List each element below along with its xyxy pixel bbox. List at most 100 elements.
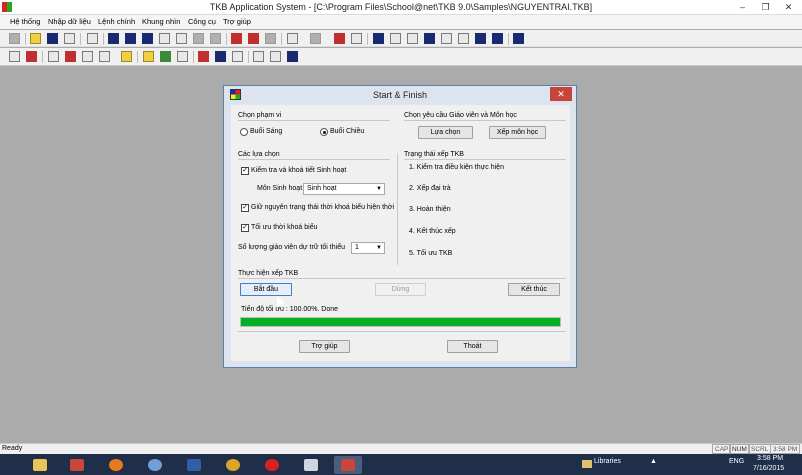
grid-view-icon[interactable] <box>125 33 136 44</box>
tool-icon[interactable] <box>248 33 259 44</box>
toolbar-separator <box>103 33 104 45</box>
table-icon[interactable] <box>458 33 469 44</box>
start-button[interactable]: Bắt đầu <box>240 283 292 296</box>
menu-he-thong[interactable]: Hệ thống <box>10 17 40 26</box>
table-icon[interactable] <box>390 33 401 44</box>
toolbar-separator <box>226 33 227 45</box>
grid-view-icon[interactable] <box>176 33 187 44</box>
tool-icon[interactable] <box>177 51 188 62</box>
grid-view-icon[interactable] <box>108 33 119 44</box>
grid-view-icon[interactable] <box>210 33 221 44</box>
check-activity-checkbox[interactable]: ✓ <box>241 167 249 175</box>
optimize-checkbox[interactable]: ✓ <box>241 224 249 232</box>
table-icon[interactable] <box>475 33 486 44</box>
sort-icon[interactable] <box>253 51 264 62</box>
tray-icon[interactable]: ▲ <box>650 458 657 465</box>
menu-tro-giup[interactable]: Trợ giúp <box>223 17 251 26</box>
menu-lenh-chinh[interactable]: Lệnh chính <box>98 17 135 26</box>
progress-text: Tiến độ tối ưu : 100.00%. Done <box>241 306 339 313</box>
table-icon[interactable] <box>492 33 503 44</box>
user-icon[interactable] <box>160 51 171 62</box>
exit-button[interactable]: Thoát <box>447 340 498 353</box>
help-button[interactable]: Trợ giúp <box>299 340 350 353</box>
calculator-icon[interactable] <box>351 33 362 44</box>
minimize-button[interactable]: – <box>731 0 754 14</box>
taskbar-app[interactable] <box>297 456 325 474</box>
tool-icon[interactable] <box>121 51 132 62</box>
clock-date[interactable]: 7/16/2015 <box>753 465 784 472</box>
open-folder-icon[interactable] <box>30 33 41 44</box>
tool-icon[interactable] <box>232 51 243 62</box>
preview-icon[interactable] <box>87 33 98 44</box>
arrange-subjects-button[interactable]: Xếp môn học <box>489 126 546 139</box>
print-icon[interactable] <box>64 33 75 44</box>
taskbar-chrome[interactable] <box>219 456 247 474</box>
tool-icon[interactable] <box>9 51 20 62</box>
toolbar-separator <box>42 51 43 63</box>
tool-icon[interactable] <box>265 33 276 44</box>
run-icon[interactable] <box>334 33 345 44</box>
libraries-icon <box>582 460 592 468</box>
tool-icon[interactable] <box>48 51 59 62</box>
select-button[interactable]: Lựa chọn <box>418 126 473 139</box>
tool-icon[interactable] <box>26 51 37 62</box>
taskbar-opera[interactable] <box>258 456 286 474</box>
language-indicator[interactable]: ENG <box>729 458 744 465</box>
taskbar-tkb[interactable] <box>334 456 362 474</box>
grid-view-icon[interactable] <box>159 33 170 44</box>
scroll-indicator: SCRL <box>748 444 772 454</box>
taskbar-explorer[interactable] <box>26 456 54 474</box>
save-icon[interactable] <box>47 33 58 44</box>
dialog-close-button[interactable]: ✕ <box>550 87 572 101</box>
check-activity-label: Kiểm tra và khoá tiết Sinh hoạt <box>251 167 347 174</box>
close-window-button[interactable]: ✕ <box>777 0 800 14</box>
tool-icon[interactable] <box>82 51 93 62</box>
document-icon[interactable] <box>9 33 20 44</box>
grid-view-icon[interactable] <box>142 33 153 44</box>
tool-icon[interactable] <box>215 51 226 62</box>
keep-lock-checkbox[interactable]: ✓ <box>241 204 249 212</box>
tool-icon[interactable] <box>143 51 154 62</box>
table-icon[interactable] <box>424 33 435 44</box>
layout-icon[interactable] <box>513 33 524 44</box>
radio-afternoon[interactable] <box>320 128 328 136</box>
menu-khung-nhin[interactable]: Khung nhìn <box>142 17 180 26</box>
taskbar-app[interactable] <box>63 456 91 474</box>
tool-icon[interactable] <box>270 51 281 62</box>
table-icon[interactable] <box>441 33 452 44</box>
toolbar-separator <box>508 33 509 45</box>
grid-icon[interactable] <box>287 51 298 62</box>
tool-icon[interactable] <box>99 51 110 62</box>
tool-icon[interactable] <box>65 51 76 62</box>
reserve-teachers-select[interactable]: 1 ▼ <box>351 242 385 254</box>
grid-view-icon[interactable] <box>193 33 204 44</box>
firefox-icon <box>109 459 123 471</box>
taskbar-app[interactable] <box>141 456 169 474</box>
table-icon[interactable] <box>407 33 418 44</box>
table-icon[interactable] <box>373 33 384 44</box>
taskbar-word[interactable] <box>180 456 208 474</box>
finish-button[interactable]: Kết thúc <box>508 283 560 296</box>
app-title-bar: TKB Application System - [C:\Program Fil… <box>0 0 802 15</box>
tool-icon[interactable] <box>231 33 242 44</box>
activity-subject-value: Sinh hoạt <box>307 185 337 192</box>
taskbar-firefox[interactable] <box>102 456 130 474</box>
divider <box>238 120 390 121</box>
undo-icon[interactable] <box>287 33 298 44</box>
app-icon <box>304 459 318 471</box>
optimization-progress-bar <box>240 317 561 327</box>
menu-cong-cu[interactable]: Công cụ <box>188 17 216 26</box>
num-indicator: NUM <box>729 444 750 454</box>
restore-button[interactable]: ❐ <box>754 0 777 14</box>
menu-nhap-du-lieu[interactable]: Nhập dữ liệu <box>48 17 91 26</box>
chevron-down-icon: ▼ <box>376 245 382 251</box>
radio-morning[interactable] <box>240 128 248 136</box>
status-bar: Ready CAP NUM SCRL 3:58 PM <box>0 443 802 454</box>
clock-time[interactable]: 3:58 PM <box>757 455 783 462</box>
stop-button[interactable]: Dừng <box>375 283 426 296</box>
redo-icon[interactable] <box>310 33 321 44</box>
tool-icon[interactable] <box>198 51 209 62</box>
toolbar-separator <box>25 33 26 45</box>
libraries-label[interactable]: Libraries <box>594 458 621 465</box>
activity-subject-select[interactable]: Sinh hoạt ▼ <box>303 183 385 195</box>
